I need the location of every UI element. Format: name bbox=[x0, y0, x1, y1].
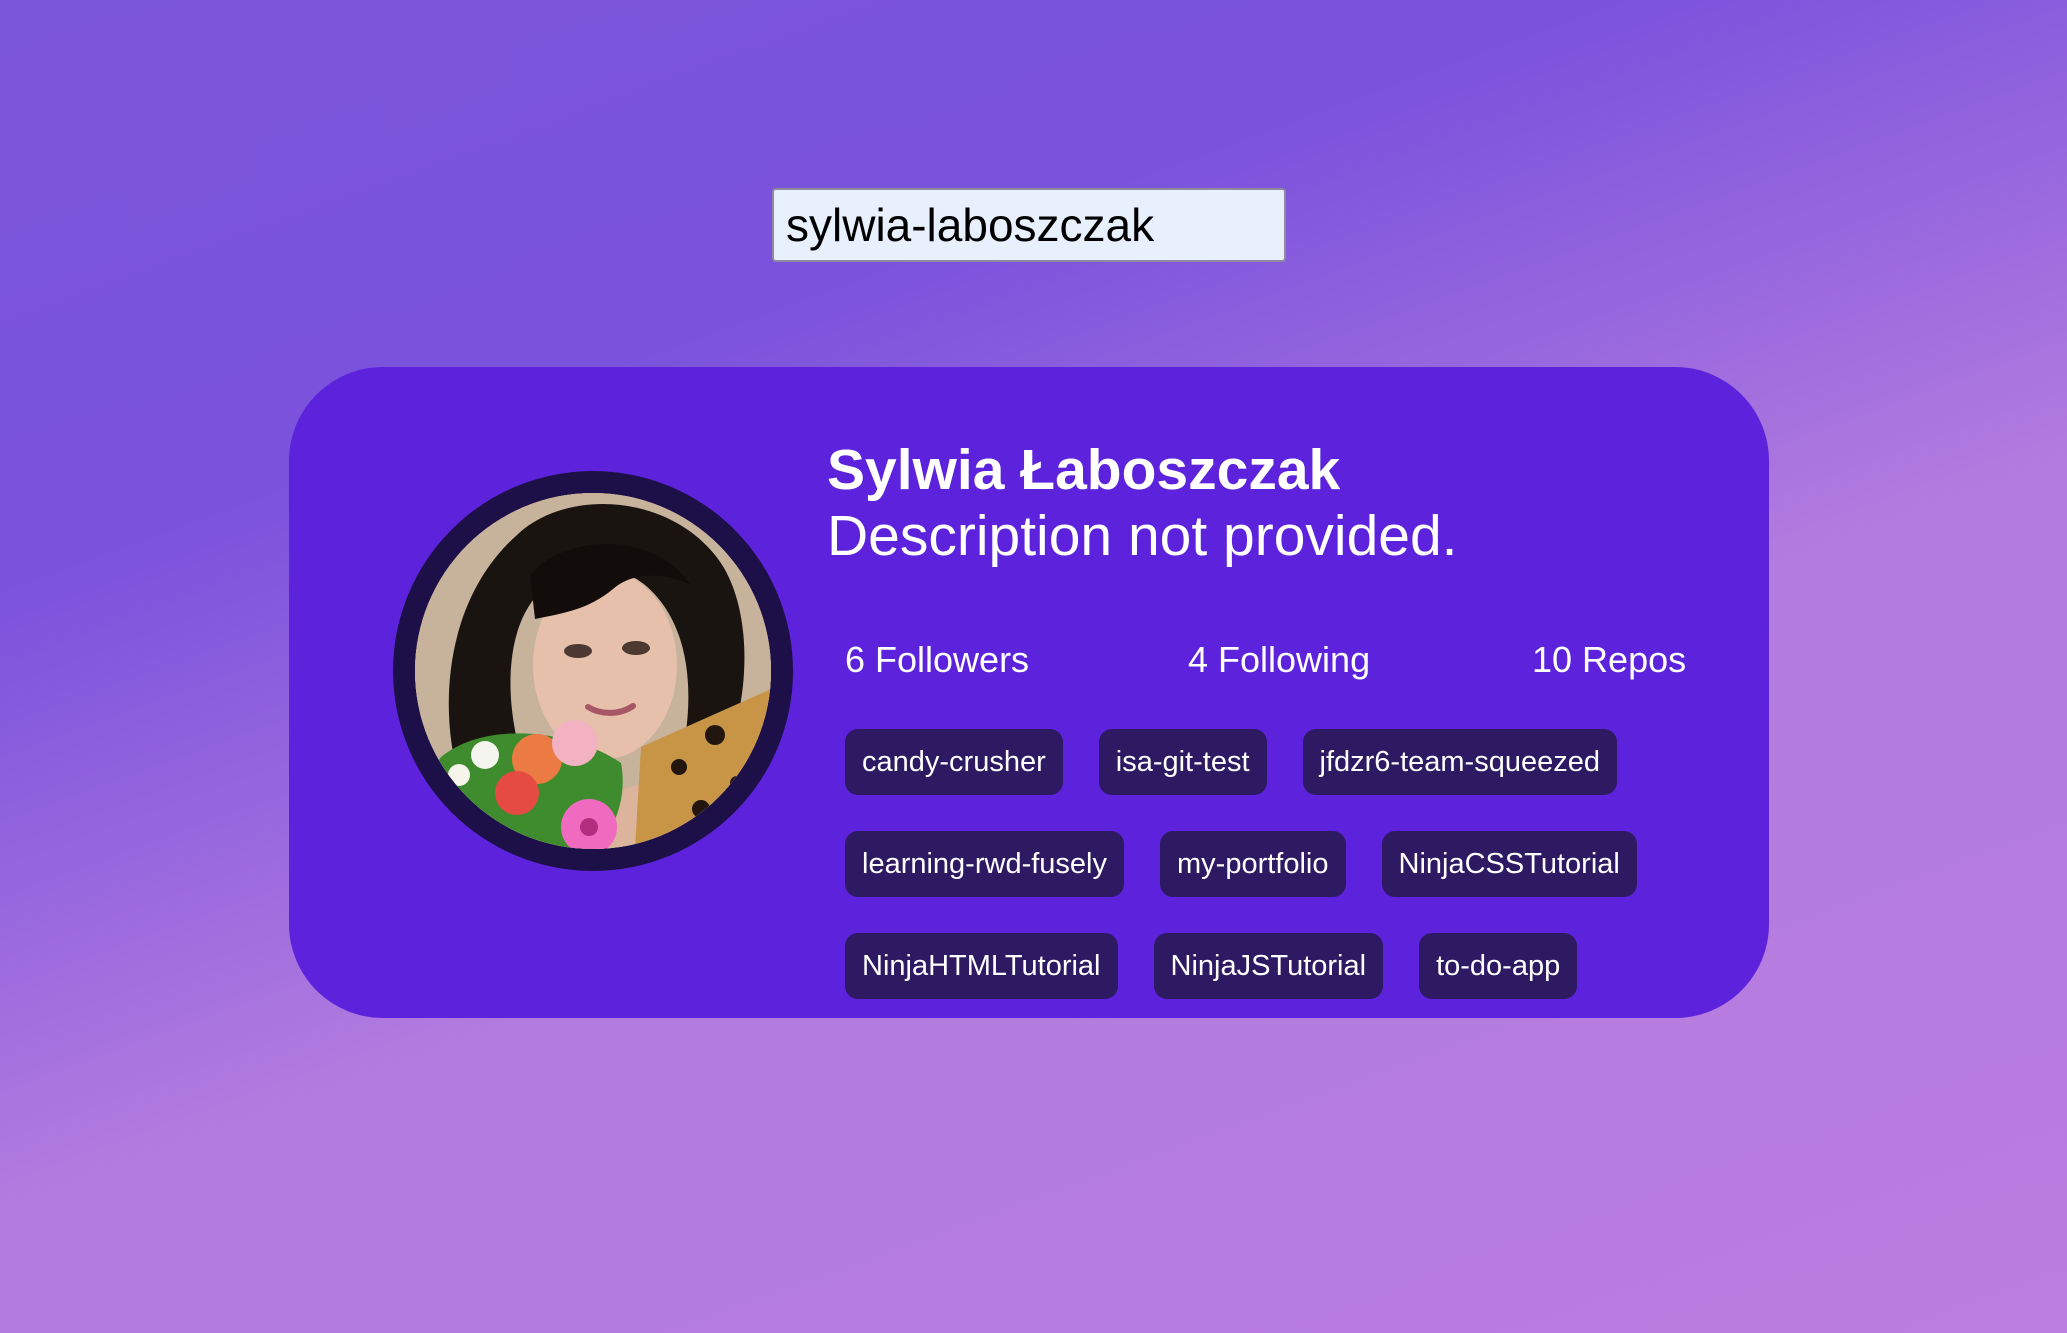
avatar bbox=[415, 493, 771, 849]
profile-description: Description not provided. bbox=[827, 504, 1458, 568]
profile-name: Sylwia Łaboszczak bbox=[827, 438, 1341, 502]
avatar-ring bbox=[393, 471, 793, 871]
profile-info: Sylwia Łaboszczak Description not provid… bbox=[827, 437, 1707, 999]
repo-list-row: NinjaHTMLTutorial NinjaJSTutorial to-do-… bbox=[845, 933, 1578, 999]
repo-link[interactable]: NinjaHTMLTutorial bbox=[845, 933, 1118, 999]
following-count: 4 Following bbox=[1188, 639, 1371, 680]
repo-link[interactable]: learning-rwd-fusely bbox=[845, 831, 1124, 897]
repo-list-row: candy-crusher isa-git-test jfdzr6-team-s… bbox=[845, 729, 1617, 795]
repo-list-row: learning-rwd-fusely my-portfolio NinjaCS… bbox=[845, 831, 1637, 897]
repo-link[interactable]: isa-git-test bbox=[1098, 729, 1267, 795]
repo-link[interactable]: NinjaJSTutorial bbox=[1153, 933, 1384, 999]
username-search-input[interactable] bbox=[772, 188, 1286, 262]
repo-link[interactable]: my-portfolio bbox=[1160, 831, 1346, 897]
profile-card: Sylwia Łaboszczak Description not provid… bbox=[289, 367, 1769, 1018]
avatar-image bbox=[415, 493, 771, 849]
followers-count: 6 Followers bbox=[845, 639, 1030, 680]
profile-stats: 6 Followers 4 Following 10 Repos bbox=[845, 639, 1687, 681]
repo-link[interactable]: NinjaCSSTutorial bbox=[1381, 831, 1637, 897]
repo-link[interactable]: candy-crusher bbox=[845, 729, 1063, 795]
search-container bbox=[772, 188, 1286, 262]
repos-count: 10 Repos bbox=[1532, 639, 1687, 680]
repo-link[interactable]: to-do-app bbox=[1419, 933, 1578, 999]
repo-link[interactable]: jfdzr6-team-squeezed bbox=[1302, 729, 1617, 795]
